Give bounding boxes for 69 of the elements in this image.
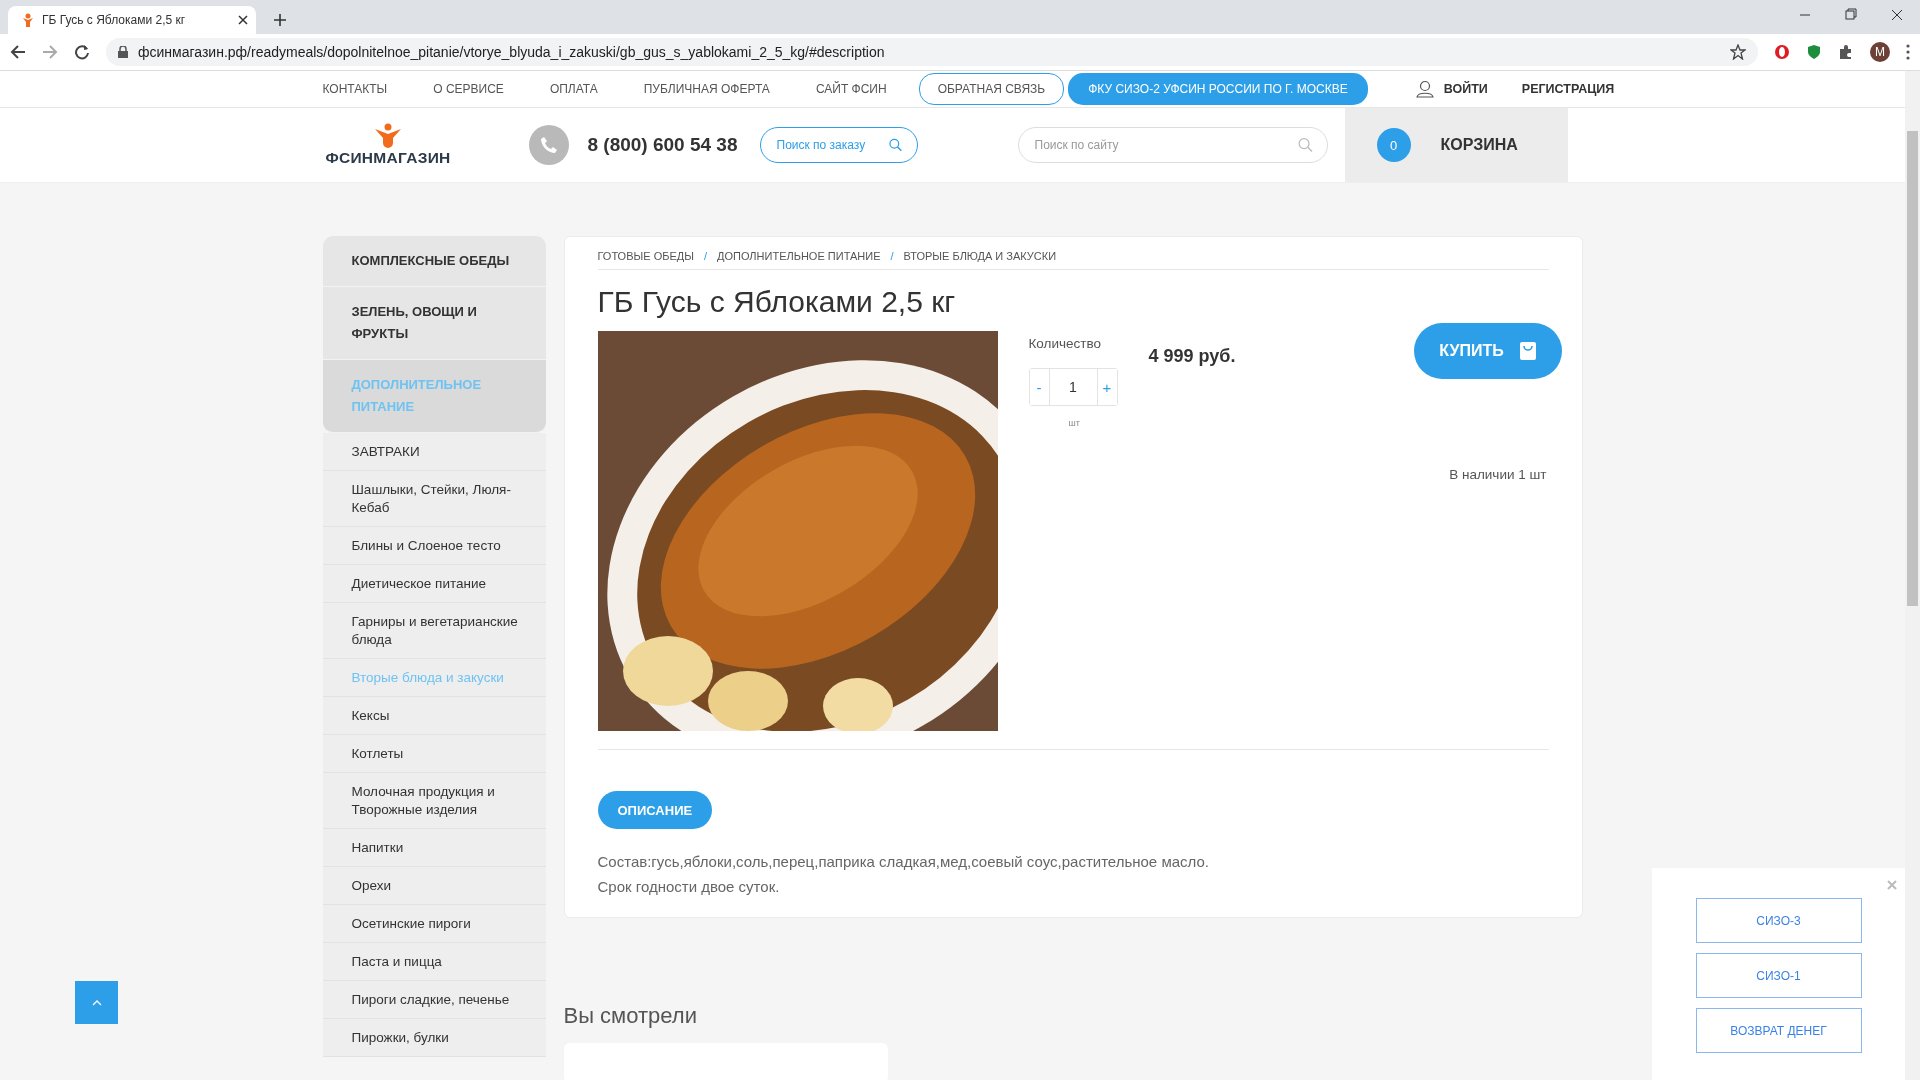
scrollbar-thumb[interactable] [1907,131,1918,606]
menu-icon[interactable] [1906,44,1910,60]
stock-status: В наличии 1 шт [1449,467,1547,482]
shopping-bag-icon [1519,342,1536,360]
back-arrow-icon[interactable] [10,44,26,60]
subcategory-menu-item[interactable]: Орехи [322,867,546,905]
subcategory-menu-item[interactable]: Напитки [322,829,546,867]
subcategory-menu-item[interactable]: Блины и Слоеное тесто [322,527,546,565]
lock-icon [118,46,128,58]
puzzle-icon[interactable] [1838,44,1854,60]
user-icon [1415,80,1434,98]
category-menu-item[interactable]: КОМПЛЕКСНЫЕ ОБЕДЫ [322,236,546,287]
nav-link[interactable]: САЙТ ФСИН [815,82,887,96]
register-link[interactable]: РЕГИСТРАЦИЯ [1521,82,1615,96]
subcategory-menu-item[interactable]: Паста и пицца [322,943,546,981]
new-tab-icon[interactable] [274,14,286,26]
subcategory-menu-item[interactable]: Осетинские пироги [322,905,546,943]
section-heading: Вы смотрели [563,1003,698,1029]
subcategory-menu-item[interactable]: Молочная продукция и Творожные изделия [322,773,546,829]
nav-button[interactable]: ОБРАТНАЯ СВЯЗЬ [918,73,1065,105]
subcategory-menu-item[interactable]: Шашлыки, Стейки, Люля-Кебаб [322,471,546,527]
quantity-field[interactable]: 1 [1048,369,1098,405]
forward-arrow-icon[interactable] [42,44,58,60]
site-favicon-icon [22,13,34,27]
site-logo[interactable]: ФСИНМАГАЗИН [322,123,454,167]
nav-link[interactable]: ОПЛАТА [549,82,598,96]
subcategory-menu-item[interactable]: Пирожки, булки [322,1019,546,1057]
phone-number: 8 (800) 600 54 38 [587,134,738,156]
description-text: Срок годности двое суток. [597,877,781,897]
browser-tab[interactable]: ГБ Гусь с Яблоками 2,5 кг [8,6,256,34]
order-search-input[interactable]: Поиск по заказу [774,137,884,153]
subcategory-menu-item[interactable]: Диетическое питание [322,565,546,603]
popup-button[interactable]: СИЗО-3 [1695,898,1862,943]
phone-icon [528,125,569,165]
site-search-input[interactable]: Поиск по сайту [1032,137,1298,153]
subcategory-menu-item[interactable]: ЗАВТРАКИ [322,433,546,471]
close-icon[interactable] [238,15,248,25]
breadcrumb-link[interactable]: ДОПОЛНИТЕЛЬНОЕ ПИТАНИЕ [717,250,881,262]
nav-link[interactable]: ПУБЛИЧНАЯ ОФЕРТА [643,82,770,96]
search-icon[interactable] [889,137,903,153]
unit-label: шт [1068,418,1080,428]
chevron-up-icon [91,999,102,1006]
subcategory-menu-item[interactable]: Котлеты [322,735,546,773]
subcategory-menu-item[interactable]: Кексы [322,697,546,735]
address-bar[interactable]: фсинмагазин.рф/readymeals/dopolnitelnoe_pitanie/vtorye_blyuda_i_zakuski/gb_gus_s_yablokami_2_5_kg/#description [106,38,1758,66]
reload-icon[interactable] [74,44,90,60]
product-price: 4 999 руб. [1148,345,1237,368]
breadcrumb-separator: / [703,250,707,262]
popup-button[interactable]: ВОЗВРАТ ДЕНЕГ [1695,1008,1862,1053]
nav-link[interactable]: О СЕРВИСЕ [433,82,504,96]
product-title: ГБ Гусь с Яблоками 2,5 кг [597,285,957,319]
description-text: Состав:гусь,яблоки,соль,перец,паприка сладкая,мед,соевый соус,растительное масло. [597,852,1210,872]
star-icon[interactable] [1730,44,1746,60]
breadcrumb-link[interactable]: ГОТОВЫЕ ОБЕДЫ [597,250,694,262]
cart-button[interactable]: 0 КОРЗИНА [1344,108,1568,182]
quantity-stepper[interactable]: - 1 + [1028,368,1118,406]
nav-link[interactable]: КОНТАКТЫ [322,82,388,96]
breadcrumb-link[interactable]: ВТОРЫЕ БЛЮДА И ЗАКУСКИ [903,250,1057,262]
subcategory-menu-item[interactable]: Пироги сладкие, печенье [322,981,546,1019]
login-link[interactable]: ВОЙТИ [1415,80,1488,98]
tab-title: ГБ Гусь с Яблоками 2,5 кг [42,13,187,27]
profile-avatar[interactable]: M [1870,42,1890,62]
popup-button[interactable]: СИЗО-1 [1695,953,1862,998]
cart-count-badge: 0 [1376,128,1411,162]
subcategory-menu-item[interactable]: Гарниры и вегетарианские блюда [322,603,546,659]
category-menu-item[interactable]: ЗЕЛЕНЬ, ОВОЩИ И ФРУКТЫ [322,287,546,360]
logo-figure-icon [375,123,401,149]
breadcrumb-separator: / [890,250,894,262]
quantity-label: Количество [1028,336,1102,351]
